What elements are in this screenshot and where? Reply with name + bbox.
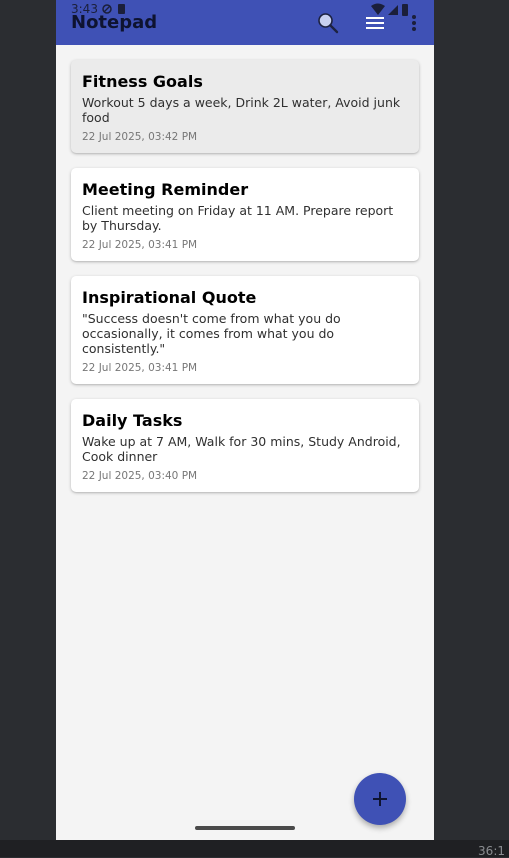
note-card[interactable]: Fitness Goals Workout 5 days a week, Dri…	[71, 60, 419, 153]
emulator-frame: 3:43 Notepad Fitness Goals Workout 5 day…	[0, 0, 509, 858]
app-title: Notepad	[71, 12, 158, 33]
note-body: Client meeting on Friday at 11 AM. Prepa…	[82, 203, 394, 233]
emulator-bottom-bar	[0, 840, 509, 857]
note-title: Daily Tasks	[82, 411, 183, 430]
note-date: 22 Jul 2025, 03:41 PM	[82, 362, 198, 374]
note-body: Workout 5 days a week, Drink 2L water, A…	[82, 95, 401, 125]
note-body: Wake up at 7 AM, Walk for 30 mins, Study…	[82, 434, 401, 464]
note-date: 22 Jul 2025, 03:40 PM	[82, 470, 198, 482]
note-body: "Success doesn't come from what you do o…	[82, 311, 341, 356]
phone-screen: 3:43 Notepad Fitness Goals Workout 5 day…	[56, 0, 434, 840]
note-title: Meeting Reminder	[82, 180, 249, 199]
note-title: Fitness Goals	[82, 72, 203, 91]
note-date: 22 Jul 2025, 03:41 PM	[82, 239, 198, 251]
note-card[interactable]: Daily Tasks Wake up at 7 AM, Walk for 30…	[71, 399, 419, 492]
note-card[interactable]: Inspirational Quote "Success doesn't com…	[71, 276, 419, 384]
menu-icon[interactable]	[363, 11, 387, 35]
plus-icon	[373, 792, 387, 806]
note-card[interactable]: Meeting Reminder Client meeting on Frida…	[71, 168, 419, 261]
note-date: 22 Jul 2025, 03:42 PM	[82, 131, 198, 143]
app-bar: 3:43 Notepad	[56, 0, 434, 45]
more-vert-icon[interactable]	[402, 11, 426, 35]
notes-list: Fitness Goals Workout 5 days a week, Dri…	[71, 60, 419, 507]
emulator-corner-text: 36:1	[478, 844, 505, 858]
gesture-nav-handle[interactable]	[195, 826, 295, 830]
note-title: Inspirational Quote	[82, 288, 257, 307]
add-note-button[interactable]	[354, 773, 406, 825]
search-icon[interactable]	[316, 11, 340, 35]
